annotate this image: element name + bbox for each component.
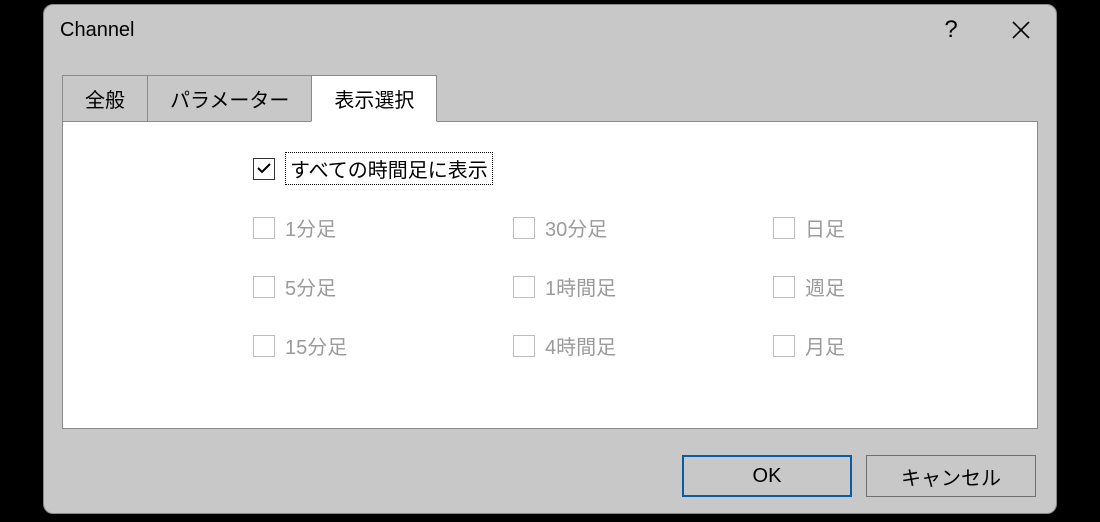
show-all-label: すべての時間足に表示 (285, 152, 493, 185)
tab-label: 表示選択 (334, 90, 414, 112)
dialog-buttons: OK キャンセル (682, 455, 1036, 497)
opt-d1: 日足 (773, 213, 973, 242)
tab-content-display: すべての時間足に表示 1分足 30分足 日足 5分足 (62, 121, 1038, 429)
checkbox-m5[interactable] (253, 276, 275, 298)
label-m5: 5分足 (285, 272, 336, 301)
check-icon (257, 163, 271, 174)
help-button[interactable]: ? (916, 6, 986, 54)
opt-h4: 4時間足 (513, 331, 773, 360)
label-m30: 30分足 (545, 213, 607, 242)
opt-mn: 月足 (773, 331, 973, 360)
label-mn: 月足 (805, 331, 845, 360)
opt-h1: 1時間足 (513, 272, 773, 301)
opt-m1: 1分足 (253, 213, 513, 242)
titlebar-buttons: ? (916, 5, 1056, 55)
label-d1: 日足 (805, 213, 845, 242)
close-button[interactable] (986, 6, 1056, 54)
tab-strip: 全般 パラメーター 表示選択 (62, 75, 1038, 122)
cancel-label: キャンセル (901, 462, 1001, 491)
label-h4: 4時間足 (545, 331, 616, 360)
opt-m5: 5分足 (253, 272, 513, 301)
checkbox-h1[interactable] (513, 276, 535, 298)
checkbox-h4[interactable] (513, 335, 535, 357)
dialog-title: Channel (60, 19, 916, 42)
checkbox-d1[interactable] (773, 217, 795, 239)
opt-m30: 30分足 (513, 213, 773, 242)
channel-dialog: Channel ? 全般 パラメーター 表示選択 (43, 4, 1057, 514)
tab-display[interactable]: 表示選択 (311, 75, 437, 122)
tab-parameters[interactable]: パラメーター (147, 75, 312, 122)
ok-button[interactable]: OK (682, 455, 852, 497)
timeframe-grid: 1分足 30分足 日足 5分足 1時間足 (253, 213, 1007, 360)
checkbox-show-all[interactable] (253, 158, 275, 180)
show-all-row: すべての時間足に表示 (253, 152, 1007, 185)
tab-label: パラメーター (170, 90, 289, 112)
opt-m15: 15分足 (253, 331, 513, 360)
checkbox-m1[interactable] (253, 217, 275, 239)
tab-label: 全般 (85, 90, 125, 112)
tab-general[interactable]: 全般 (62, 75, 148, 122)
close-icon (1011, 20, 1031, 40)
checkbox-m15[interactable] (253, 335, 275, 357)
label-w1: 週足 (805, 272, 845, 301)
label-m15: 15分足 (285, 331, 347, 360)
label-h1: 1時間足 (545, 272, 616, 301)
label-m1: 1分足 (285, 213, 336, 242)
opt-w1: 週足 (773, 272, 973, 301)
titlebar: Channel ? (44, 5, 1056, 55)
ok-label: OK (753, 465, 782, 488)
checkbox-mn[interactable] (773, 335, 795, 357)
tab-area: 全般 パラメーター 表示選択 すべての時間足に表示 (62, 75, 1038, 429)
checkbox-m30[interactable] (513, 217, 535, 239)
help-icon: ? (944, 16, 957, 44)
checkbox-w1[interactable] (773, 276, 795, 298)
cancel-button[interactable]: キャンセル (866, 455, 1036, 497)
